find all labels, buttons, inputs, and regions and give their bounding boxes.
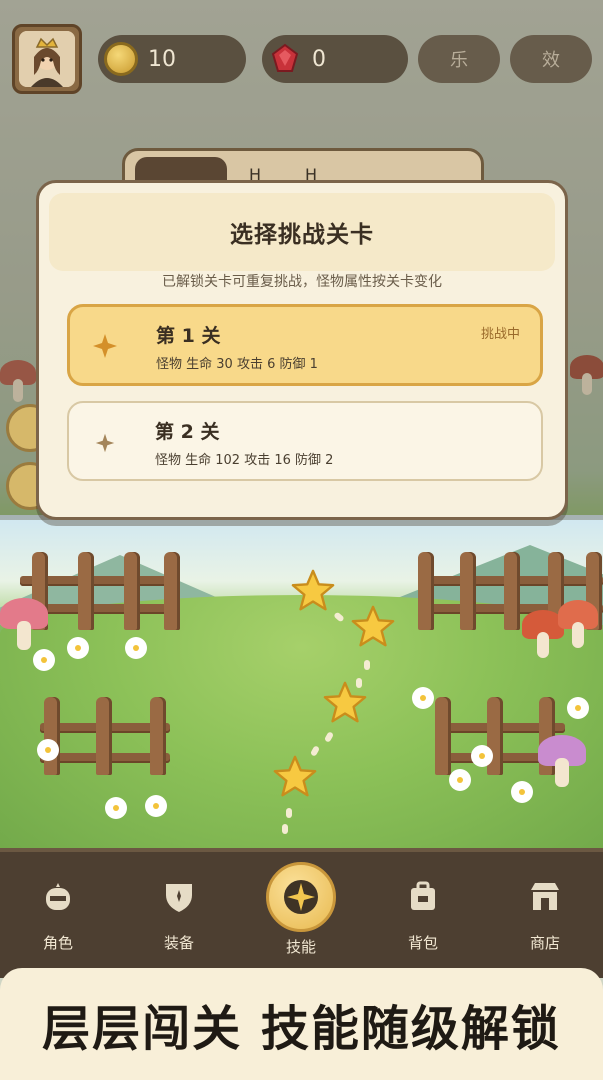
map-level-star[interactable] [322,680,368,726]
level-select-modal: 选择挑战关卡 已解锁关卡可重复挑战，怪物属性按关卡变化 第 1 关 怪物 生命 … [36,180,568,520]
banner-text: 层层闯关 技能随级解锁 [42,1001,561,1057]
coin-counter: 10 [98,35,246,83]
modal-subtitle: 已解锁关卡可重复挑战，怪物属性按关卡变化 [162,274,442,290]
modal-title: 选择挑战关卡 [230,222,374,248]
level-stats: 怪物 生命 30 攻击 6 防御 1 [156,357,318,372]
flower-decoration [108,800,124,816]
nav-label: 商店 [529,934,560,952]
flower-decoration [40,742,56,758]
nav-label: 装备 [163,934,194,952]
coin-count: 10 [148,46,176,72]
nav-item-equipment[interactable]: 装备 [119,852,239,974]
map-level-star[interactable] [350,604,396,650]
map-level-star[interactable] [290,568,336,614]
flower-decoration [70,640,86,656]
modal-header: 选择挑战关卡 [49,193,555,271]
flower-decoration [452,772,468,788]
nav-label: 技能 [285,938,316,956]
promo-banner: 层层闯关 技能随级解锁 [0,968,603,1080]
flower-decoration [570,700,586,716]
character-icon [41,880,75,914]
path-dot [282,824,288,834]
nav-item-character[interactable]: 角色 [0,852,118,974]
skill-star-icon [266,862,336,932]
bottom-nav: 角色 装备 技能 背包 商店 [0,848,603,978]
music-toggle-button[interactable]: 乐 [418,35,500,83]
nav-label: 角色 [42,934,73,952]
level-card-2[interactable]: 第 2 关 怪物 生命 102 攻击 16 防御 2 [67,401,543,481]
path-dot [364,660,370,670]
flower-decoration [128,640,144,656]
coin-icon [104,42,138,76]
fence [40,697,170,775]
flower-decoration [514,784,530,800]
sparkle-icon [92,333,118,359]
sparkle-icon [95,433,115,453]
backpack-icon [406,880,440,914]
nav-item-backpack[interactable]: 背包 [363,852,483,974]
nav-label: 背包 [407,934,438,952]
shield-icon [162,880,196,914]
level-card-1[interactable]: 第 1 关 怪物 生命 30 攻击 6 防御 1 挑战中 [67,304,543,386]
level-name: 第 1 关 [156,325,221,347]
level-stats: 怪物 生命 102 攻击 16 防御 2 [155,453,334,468]
level-status-badge: 挑战中 [480,327,520,342]
gem-icon [268,42,302,76]
mushroom-decoration [538,735,586,787]
flower-decoration [474,748,490,764]
player-avatar[interactable] [12,24,82,94]
flower-decoration [36,652,52,668]
nav-item-skills[interactable]: 技能 [241,852,361,974]
mushroom-decoration [558,600,598,648]
path-dot [286,808,292,818]
nav-item-shop[interactable]: 商店 [485,852,603,974]
level-name: 第 2 关 [155,421,220,443]
mushroom-decoration [0,598,48,650]
gem-counter: 0 [262,35,408,83]
map-level-star[interactable] [272,754,318,800]
sound-effects-toggle-button[interactable]: 效 [510,35,592,83]
flower-decoration [148,798,164,814]
shop-icon [528,880,562,914]
flower-decoration [415,690,431,706]
avatar [19,31,75,87]
gem-count: 0 [312,46,326,72]
